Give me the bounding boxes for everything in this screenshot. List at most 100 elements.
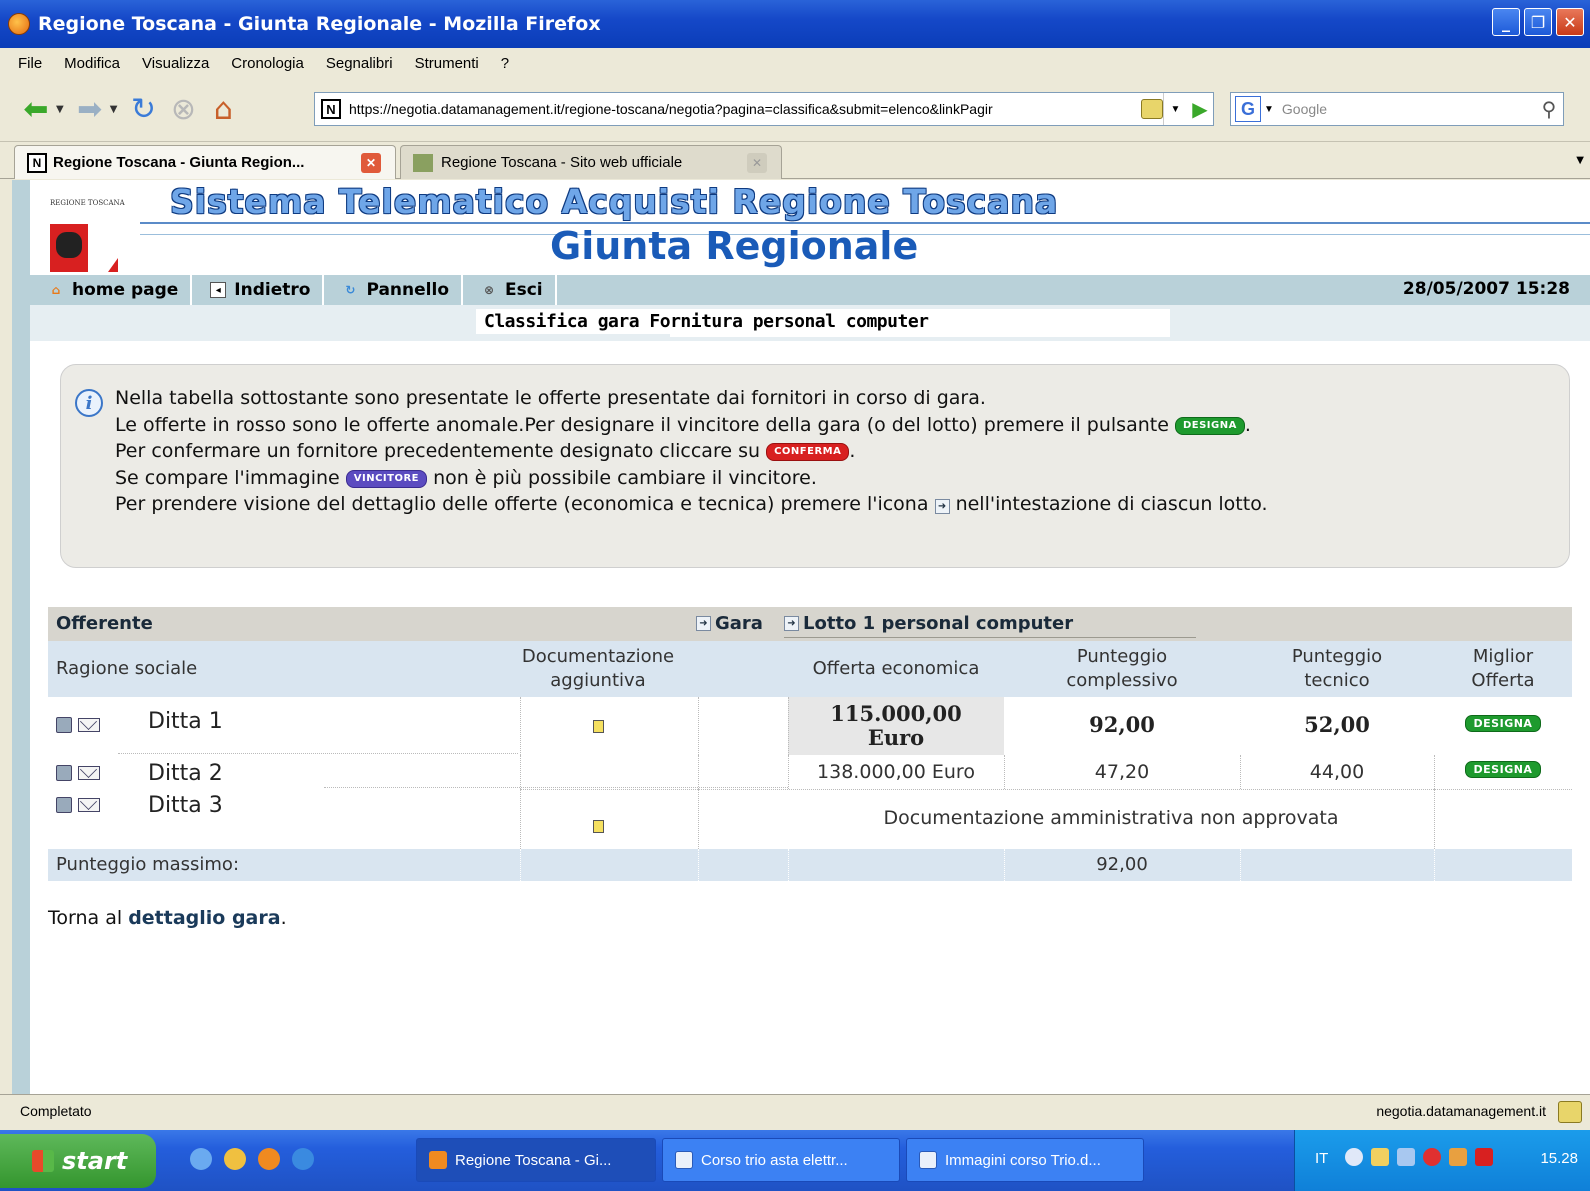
menu-visualizza[interactable]: Visualizza bbox=[142, 55, 209, 72]
detail-arrow-icon[interactable]: ➜ bbox=[696, 616, 711, 631]
close-window-button[interactable]: ✕ bbox=[1556, 8, 1584, 36]
menu-file[interactable]: File bbox=[18, 55, 42, 72]
table-row: Ditta 2 138.000,00 Euro 47,20 44,00 DESI… bbox=[48, 755, 1572, 789]
search-magnifier-icon[interactable]: ⚲ bbox=[1532, 92, 1566, 126]
page-title: Classifica gara Fornitura personal compu… bbox=[476, 309, 937, 334]
tab-giunta-regionale[interactable]: N Regione Toscana - Giunta Region... ✕ bbox=[14, 145, 396, 179]
nav-exit-label: Esci bbox=[505, 280, 543, 300]
punteggio-massimo-value: 92,00 bbox=[1096, 854, 1148, 875]
designa-button[interactable]: DESIGNA bbox=[1464, 715, 1542, 732]
google-engine-icon[interactable]: G bbox=[1235, 96, 1261, 122]
red-triangle-icon bbox=[108, 258, 118, 272]
tab-label: Regione Toscana - Sito web ufficiale bbox=[441, 154, 683, 171]
datetime: 28/05/2007 15:28 bbox=[1402, 279, 1570, 299]
tab-sito-ufficiale[interactable]: Regione Toscana - Sito web ufficiale ✕ bbox=[400, 145, 782, 179]
tray-arrow-icon[interactable] bbox=[1345, 1148, 1363, 1166]
divider bbox=[520, 789, 521, 849]
quick-launch bbox=[190, 1148, 314, 1170]
doc-cell bbox=[508, 717, 688, 735]
supplier-profile-icon[interactable] bbox=[56, 765, 72, 781]
table-row: Ditta 3 Documentazione amministrativa no… bbox=[48, 789, 1572, 849]
menu-modifica[interactable]: Modifica bbox=[64, 55, 120, 72]
divider bbox=[788, 755, 789, 789]
divider bbox=[520, 849, 521, 881]
back-arrow-icon[interactable]: ⬅ bbox=[16, 90, 56, 130]
language-indicator[interactable]: IT bbox=[1315, 1150, 1328, 1167]
tray-m-icon[interactable] bbox=[1475, 1148, 1493, 1166]
divider bbox=[1434, 849, 1435, 881]
logo-text: REGIONE TOSCANA bbox=[50, 199, 125, 207]
task-firefox[interactable]: Regione Toscana - Gi... bbox=[416, 1138, 656, 1182]
row-actions bbox=[56, 713, 116, 737]
close-tab-icon[interactable]: ✕ bbox=[361, 152, 381, 173]
word-document-icon bbox=[919, 1151, 937, 1169]
url-bar[interactable]: N https://negotia.datamanagement.it/regi… bbox=[314, 92, 1214, 126]
document-icon[interactable] bbox=[592, 819, 604, 833]
divider bbox=[520, 789, 1572, 790]
start-button[interactable]: start bbox=[0, 1134, 156, 1188]
maximize-button[interactable]: ❐ bbox=[1524, 8, 1552, 36]
punteggio-tecnico: 44,00 bbox=[1309, 761, 1365, 783]
regione-favicon-icon bbox=[413, 153, 433, 172]
reload-icon[interactable]: ↻ bbox=[123, 90, 163, 130]
url-dropdown-icon[interactable]: ▼ bbox=[1163, 93, 1187, 125]
menu-strumenti[interactable]: Strumenti bbox=[415, 55, 479, 72]
system-tray: IT 15.28 bbox=[1294, 1130, 1590, 1191]
envelope-icon[interactable] bbox=[78, 798, 100, 812]
nav-exit[interactable]: ⊗ Esci bbox=[463, 275, 557, 305]
engine-dropdown-icon[interactable]: ▼ bbox=[1264, 104, 1274, 115]
detail-arrow-icon[interactable]: ➜ bbox=[784, 616, 799, 631]
forward-arrow-icon[interactable]: ➡ bbox=[70, 90, 110, 130]
firefox-icon bbox=[8, 13, 30, 35]
divider bbox=[520, 755, 521, 789]
tray-computer-icon[interactable] bbox=[1397, 1148, 1415, 1166]
task-word-2[interactable]: Immagini corso Trio.d... bbox=[906, 1138, 1144, 1182]
close-tab-icon[interactable]: ✕ bbox=[747, 152, 767, 173]
search-input[interactable]: G ▼ Google bbox=[1230, 92, 1564, 126]
gara-detail-link[interactable]: ➜ Gara bbox=[696, 613, 763, 634]
home-icon: ⌂ bbox=[51, 283, 61, 297]
home-icon[interactable]: ⌂ bbox=[203, 90, 243, 130]
show-desktop-icon[interactable] bbox=[190, 1148, 212, 1170]
dettaglio-gara-link[interactable]: dettaglio gara bbox=[128, 907, 280, 929]
explorer-icon[interactable] bbox=[224, 1148, 246, 1170]
lotto-detail-link[interactable]: ➜ Lotto 1 personal computer bbox=[784, 613, 1073, 634]
site-favicon-icon: N bbox=[321, 99, 341, 119]
supplier-profile-icon[interactable] bbox=[56, 797, 72, 813]
nav-panel[interactable]: ↻ Pannello bbox=[324, 275, 463, 305]
detail-arrow-icon: ➜ bbox=[934, 499, 950, 514]
col-miglior-offerta: Miglior Offerta bbox=[1471, 646, 1535, 691]
tray-network-icon[interactable] bbox=[1371, 1148, 1389, 1166]
document-icon[interactable] bbox=[592, 719, 604, 733]
nav-home[interactable]: ⌂ home page bbox=[30, 275, 193, 305]
site-nav: ⌂ home page ◂ Indietro ↻ Pannello ⊗ Esci… bbox=[30, 275, 1590, 305]
go-icon[interactable]: ▶ bbox=[1186, 94, 1214, 124]
envelope-icon[interactable] bbox=[78, 718, 100, 732]
padlock-icon[interactable] bbox=[1558, 1101, 1582, 1123]
exit-icon: ⊗ bbox=[483, 283, 495, 297]
internet-explorer-icon[interactable] bbox=[292, 1148, 314, 1170]
tab-list-dropdown-icon[interactable]: ▼ bbox=[1576, 155, 1584, 166]
menu-help[interactable]: ? bbox=[501, 55, 509, 72]
punteggio-complessivo: 92,00 bbox=[1089, 712, 1155, 737]
tray-security-icon[interactable] bbox=[1423, 1148, 1441, 1166]
divider bbox=[520, 697, 521, 755]
url-text[interactable]: https://negotia.datamanagement.it/region… bbox=[349, 101, 993, 117]
task-word-1[interactable]: Corso trio asta elettr... bbox=[662, 1138, 900, 1182]
minimize-button[interactable]: _ bbox=[1492, 8, 1520, 36]
menu-segnalibri[interactable]: Segnalibri bbox=[326, 55, 393, 72]
nav-back[interactable]: ◂ Indietro bbox=[192, 275, 325, 305]
supplier-profile-icon[interactable] bbox=[56, 717, 72, 733]
back-dropdown-icon[interactable]: ▼ bbox=[56, 104, 64, 115]
envelope-icon[interactable] bbox=[78, 766, 100, 780]
menu-cronologia[interactable]: Cronologia bbox=[231, 55, 304, 72]
firefox-icon[interactable] bbox=[258, 1148, 280, 1170]
divider bbox=[1004, 849, 1005, 881]
stop-icon[interactable]: ⊗ bbox=[163, 90, 203, 130]
forward-dropdown-icon[interactable]: ▼ bbox=[110, 104, 118, 115]
padlock-icon[interactable] bbox=[1141, 99, 1163, 119]
designa-button[interactable]: DESIGNA bbox=[1464, 761, 1542, 778]
tray-app-icon[interactable] bbox=[1449, 1148, 1467, 1166]
word-document-icon bbox=[675, 1151, 693, 1169]
panel-refresh-icon: ↻ bbox=[345, 283, 356, 297]
